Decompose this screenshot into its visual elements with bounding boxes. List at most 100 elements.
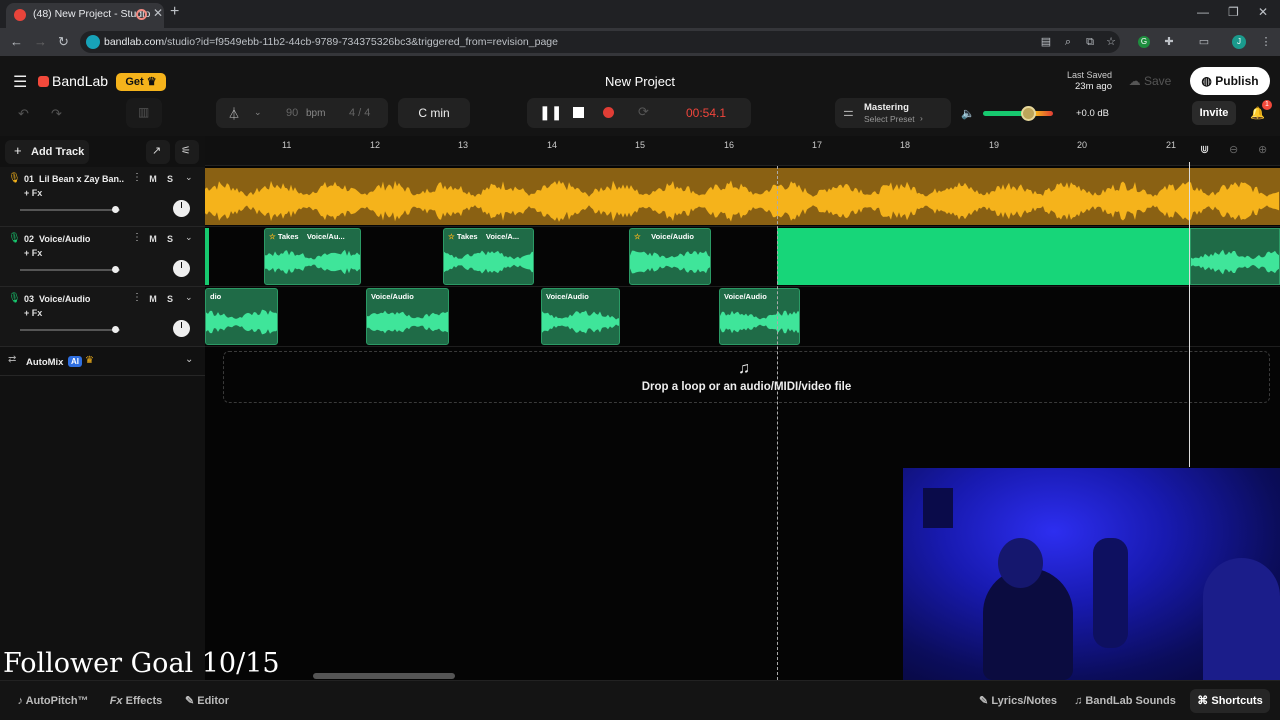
audio-clip[interactable] <box>1190 228 1280 285</box>
track-menu-icon[interactable]: ⋮ <box>132 232 142 243</box>
back-arrow-icon[interactable]: ← <box>10 34 23 49</box>
grammarly-extension-icon[interactable]: G <box>1138 36 1150 48</box>
side-panel-icon[interactable]: ▭ <box>1198 36 1210 48</box>
solo-button[interactable]: S <box>163 232 177 246</box>
solo-button[interactable]: S <box>163 292 177 306</box>
track-expand-chevron-icon[interactable]: ⌄ <box>185 232 193 243</box>
track-expand-chevron-icon[interactable]: ⌄ <box>185 292 193 303</box>
record-icon[interactable] <box>603 107 614 118</box>
reload-icon[interactable]: ↻ <box>58 34 69 50</box>
reader-mode-icon[interactable]: ▤ <box>1040 36 1052 48</box>
bpm-value[interactable]: 90 <box>286 107 298 119</box>
tab-close-icon[interactable]: ✕ <box>153 6 163 20</box>
install-app-icon[interactable]: ⧉ <box>1084 36 1096 48</box>
piano-keyboard-button[interactable]: ▥ <box>126 98 162 128</box>
snap-magnet-icon[interactable]: ⋓ <box>1200 143 1209 156</box>
recording-clip[interactable] <box>777 228 1189 285</box>
track-volume-slider[interactable] <box>20 329 120 331</box>
shortcuts-button[interactable]: ⌘ Shortcuts <box>1190 689 1270 713</box>
editor-button[interactable]: ✎ Editor <box>180 689 234 713</box>
minimize-button[interactable]: — <box>1197 5 1209 19</box>
track-volume-slider[interactable] <box>20 269 120 271</box>
audio-clip[interactable]: ☆ Voice/Audio <box>629 228 711 285</box>
add-track-button[interactable]: + Add Track <box>5 140 89 164</box>
automix-chevron-icon[interactable]: ⌄ <box>185 354 193 365</box>
track-header-02[interactable]: 🎙 02 Voice/Audio + Fx ⋮ M S ⌄ <box>0 227 205 287</box>
forward-arrow-icon[interactable]: → <box>34 34 47 49</box>
track-menu-icon[interactable]: ⋮ <box>132 172 142 183</box>
track-pan-knob[interactable] <box>173 320 190 337</box>
master-volume-slider[interactable] <box>983 111 1053 116</box>
add-fx-button[interactable]: + Fx <box>24 188 42 198</box>
track-lane-01[interactable] <box>205 167 1280 227</box>
drop-zone[interactable]: ♫ Drop a loop or an audio/MIDI/video fil… <box>223 351 1270 403</box>
audio-clip-takes[interactable]: ☆ Takes Voice/Au... <box>264 228 361 285</box>
add-fx-button[interactable]: + Fx <box>24 308 42 318</box>
track-header-03[interactable]: 🎙 03 Voice/Audio + Fx ⋮ M S ⌄ <box>0 287 205 347</box>
master-volume-handle[interactable] <box>1021 106 1036 121</box>
horizontal-scrollbar[interactable] <box>313 673 455 679</box>
metronome-icon[interactable]: ⏃ <box>228 105 240 122</box>
audio-clip-edge[interactable] <box>205 228 209 285</box>
audio-clip[interactable]: Voice/Audio <box>719 288 800 345</box>
publish-button[interactable]: ◍ Publish <box>1190 67 1270 95</box>
metronome-chevron-icon[interactable]: ⌄ <box>254 107 262 118</box>
mixer-button[interactable]: ⚟ <box>175 140 199 164</box>
audio-clip[interactable]: Voice/Audio <box>366 288 449 345</box>
track-pan-knob[interactable] <box>173 260 190 277</box>
speaker-icon[interactable]: 🔈 <box>961 107 975 120</box>
time-signature[interactable]: 4 / 4 <box>349 107 370 119</box>
chrome-menu-icon[interactable]: ⋮ <box>1260 36 1272 48</box>
stop-icon[interactable] <box>573 107 584 118</box>
hamburger-menu-icon[interactable]: ☰ <box>13 72 27 92</box>
bandlab-sounds-button[interactable]: ♫ BandLab Sounds <box>1070 689 1180 713</box>
bookmark-star-icon[interactable]: ☆ <box>1105 36 1117 48</box>
maximize-button[interactable]: ❐ <box>1228 5 1239 19</box>
save-button[interactable]: ☁ Save <box>1118 68 1182 94</box>
track-volume-handle[interactable] <box>112 206 119 213</box>
lyrics-notes-button[interactable]: ✎ Lyrics/Notes <box>970 689 1066 713</box>
project-title[interactable]: New Project <box>540 74 740 89</box>
automation-button[interactable]: ↗ <box>146 140 170 164</box>
audio-clip[interactable]: Voice/Audio <box>541 288 620 345</box>
key-selector[interactable]: C min <box>398 98 470 128</box>
pause-icon[interactable]: ❚❚ <box>539 104 562 121</box>
effects-button[interactable]: Fx Effects <box>104 689 168 713</box>
audio-clip-takes[interactable]: ☆ Takes Voice/A... <box>443 228 534 285</box>
window-close-button[interactable]: ✕ <box>1258 5 1268 19</box>
redo-icon[interactable]: ↷ <box>51 106 62 122</box>
track-lane-03[interactable]: dio Voice/Audio Voice/Audio Voice/Audio <box>205 287 1280 347</box>
mute-button[interactable]: M <box>146 232 160 246</box>
timeline-ruler[interactable]: 11 12 13 14 15 16 17 18 19 20 21 ⋓ ⊖ ⊕ <box>205 136 1280 166</box>
track-volume-slider[interactable] <box>20 209 120 211</box>
mute-button[interactable]: M <box>146 172 160 186</box>
loop-end-marker[interactable] <box>1189 162 1190 467</box>
track-volume-handle[interactable] <box>112 266 119 273</box>
track-header-01[interactable]: 🎙 01 Lil Bean x Zay Ban... + Fx ⋮ M S ⌄ <box>0 167 205 227</box>
get-membership-button[interactable]: Get ♛ <box>116 73 166 91</box>
solo-button[interactable]: S <box>163 172 177 186</box>
audio-clip[interactable] <box>205 168 1280 225</box>
extensions-puzzle-icon[interactable]: ✚ <box>1163 36 1175 48</box>
audio-clip[interactable]: dio <box>205 288 278 345</box>
mute-button[interactable]: M <box>146 292 160 306</box>
address-bar[interactable]: bandlab.com/studio?id=f9549ebb-11b2-44cb… <box>80 31 1120 53</box>
track-menu-icon[interactable]: ⋮ <box>132 292 142 303</box>
loop-icon[interactable]: ⟳ <box>638 104 649 120</box>
invite-button[interactable]: Invite <box>1192 101 1236 125</box>
playhead[interactable] <box>777 166 778 680</box>
track-volume-handle[interactable] <box>112 326 119 333</box>
profile-avatar[interactable]: J <box>1232 35 1246 49</box>
autopitch-button[interactable]: ♪ AutoPitch™ <box>10 689 96 713</box>
new-tab-button[interactable]: + <box>170 3 179 21</box>
undo-icon[interactable]: ↶ <box>18 106 29 122</box>
automix-row[interactable]: ⇄ AutoMix AI ♛ ⌄ <box>0 348 205 376</box>
browser-tab[interactable]: (48) New Project - Studio ✕ <box>6 3 164 28</box>
site-info-icon[interactable] <box>86 35 100 49</box>
bandlab-logo[interactable]: BandLab <box>38 73 108 89</box>
zoom-in-icon[interactable]: ⊕ <box>1258 143 1267 156</box>
track-expand-chevron-icon[interactable]: ⌄ <box>185 172 193 183</box>
track-lane-02[interactable]: ☆ Takes Voice/Au... ☆ Takes Voice/A... ☆… <box>205 227 1280 287</box>
zoom-out-icon[interactable]: ⊖ <box>1229 143 1238 156</box>
add-fx-button[interactable]: + Fx <box>24 248 42 258</box>
